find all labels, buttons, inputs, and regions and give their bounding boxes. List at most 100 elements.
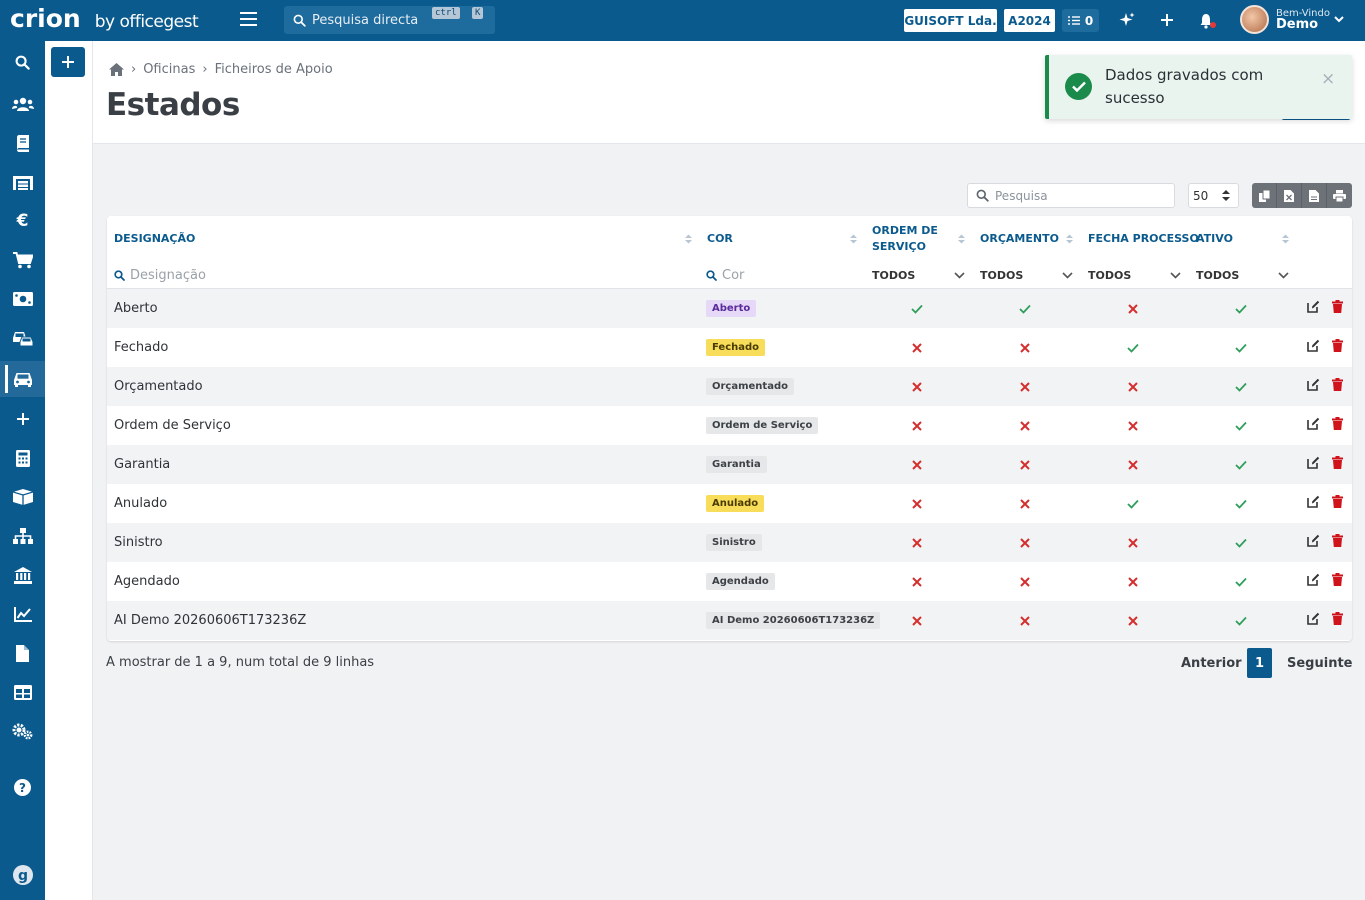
table-row[interactable]: Agendado Agendado — [107, 562, 1352, 601]
sidebar-users-icon[interactable] — [0, 86, 45, 122]
search-icon — [114, 269, 125, 281]
sort-icon[interactable] — [957, 233, 966, 245]
cross-icon — [1123, 445, 1143, 484]
notifications-bell-icon[interactable] — [1198, 11, 1216, 29]
global-search-input[interactable]: Pesquisa directa — [284, 6, 495, 34]
delete-trash-icon[interactable] — [1332, 612, 1343, 629]
delete-trash-icon[interactable] — [1332, 300, 1343, 317]
menu-toggle-icon[interactable] — [240, 12, 257, 28]
year-selector[interactable]: A2024 — [1004, 9, 1055, 32]
sidebar-book-icon[interactable] — [0, 125, 45, 161]
sidebar-cart-icon[interactable] — [0, 242, 45, 278]
edit-icon[interactable] — [1307, 573, 1320, 590]
ordem-servico-filter-select[interactable]: TODOS — [872, 265, 965, 285]
cross-icon — [1015, 445, 1035, 484]
company-selector[interactable]: GUISOFT Lda. — [904, 9, 997, 32]
search-icon — [706, 269, 717, 281]
table-row[interactable]: Ordem de Serviço Ordem de Serviço — [107, 406, 1352, 445]
sidebar-plus-icon[interactable] — [0, 401, 45, 437]
sidebar-calculator-icon[interactable] — [0, 440, 45, 476]
delete-trash-icon[interactable] — [1332, 456, 1343, 473]
ativo-filter-select[interactable]: TODOS — [1196, 265, 1289, 285]
task-list-icon — [1067, 16, 1080, 25]
table-row[interactable]: Aberto Aberto — [107, 289, 1352, 328]
page-size-select[interactable]: 50 — [1188, 183, 1239, 208]
tasks-counter[interactable]: 0 — [1062, 9, 1099, 32]
sidebar-car-icon[interactable] — [0, 361, 45, 397]
cross-icon — [907, 601, 927, 640]
breadcrumb-item-ficheiros[interactable]: Ficheiros de Apoio — [215, 62, 333, 77]
delete-trash-icon[interactable] — [1332, 573, 1343, 590]
edit-icon[interactable] — [1307, 495, 1320, 512]
sidebar-search-icon[interactable] — [0, 44, 45, 80]
sort-icon[interactable] — [1065, 233, 1074, 245]
sidebar-money-icon[interactable] — [0, 281, 45, 317]
excel-button[interactable] — [1277, 183, 1302, 208]
chevron-down-icon[interactable] — [1334, 14, 1344, 24]
edit-icon[interactable] — [1307, 339, 1320, 356]
table-row[interactable]: Anulado Anulado — [107, 484, 1352, 523]
close-icon[interactable]: × — [1321, 69, 1335, 89]
sort-icon[interactable] — [684, 233, 693, 245]
add-icon[interactable] — [1158, 11, 1176, 29]
sidebar-brand-icon[interactable]: g — [0, 857, 45, 893]
column-header-fecha-processo[interactable]: FECHA PROCESSO — [1088, 216, 1199, 262]
sort-icon[interactable] — [849, 233, 858, 245]
column-header-designacao[interactable]: DESIGNAÇÃO — [114, 216, 195, 262]
sidebar-bank-icon[interactable] — [0, 557, 45, 593]
user-avatar[interactable] — [1240, 5, 1269, 34]
edit-icon[interactable] — [1307, 417, 1320, 434]
home-icon[interactable] — [109, 63, 124, 76]
filter-value: TODOS — [980, 268, 1024, 282]
breadcrumb-item-oficinas[interactable]: Oficinas — [143, 62, 195, 77]
sidebar-file-icon[interactable] — [0, 635, 45, 671]
orcamento-filter-select[interactable]: TODOS — [980, 265, 1073, 285]
edit-icon[interactable] — [1307, 378, 1320, 395]
ai-sparkle-icon[interactable] — [1118, 11, 1136, 29]
designacao-filter-input[interactable]: Designação — [114, 265, 206, 285]
edit-icon[interactable] — [1307, 612, 1320, 629]
top-bar: crion by officegest Pesquisa directa ctr… — [0, 0, 1365, 41]
edit-icon[interactable] — [1307, 300, 1320, 317]
next-page-button[interactable]: Seguinte — [1287, 649, 1352, 678]
print-button[interactable] — [1327, 183, 1352, 208]
sort-icon[interactable] — [1281, 233, 1290, 245]
delete-trash-icon[interactable] — [1332, 378, 1343, 395]
delete-trash-icon[interactable] — [1332, 417, 1343, 434]
cor-filter-input[interactable]: Cor — [706, 265, 744, 285]
new-record-button[interactable] — [51, 47, 85, 77]
previous-page-button[interactable]: Anterior — [1181, 649, 1242, 678]
copy-button[interactable] — [1252, 183, 1277, 208]
sidebar-chart-icon[interactable] — [0, 596, 45, 632]
sidebar-help-icon[interactable]: ? — [0, 769, 45, 805]
column-header-cor[interactable]: COR — [707, 216, 733, 262]
edit-icon[interactable] — [1307, 534, 1320, 551]
sidebar-boxes-icon[interactable] — [0, 479, 45, 515]
brand-logo[interactable]: crion by officegest — [10, 4, 199, 33]
edit-icon[interactable] — [1307, 456, 1320, 473]
sidebar-euro-icon[interactable]: € — [0, 203, 45, 239]
sidebar-cars-icon[interactable] — [0, 320, 45, 356]
sidebar-table-icon[interactable] — [0, 674, 45, 710]
fecha-processo-filter-select[interactable]: TODOS — [1088, 265, 1181, 285]
page-1-button[interactable]: 1 — [1247, 648, 1272, 678]
sidebar-warehouse-icon[interactable] — [0, 164, 45, 200]
table-row[interactable]: Orçamentado Orçamentado — [107, 367, 1352, 406]
column-header-ativo[interactable]: ATIVO — [1196, 216, 1233, 262]
column-header-ordem-servico[interactable]: ORDEM DE SERVIÇO — [872, 216, 952, 262]
user-menu[interactable]: Bem-Vindo Demo — [1276, 8, 1330, 31]
column-header-orcamento[interactable]: ORÇAMENTO — [980, 216, 1059, 262]
table-search-input[interactable]: Pesquisa — [967, 183, 1175, 208]
sidebar-settings-icon[interactable] — [0, 713, 45, 749]
table-row[interactable]: Fechado Fechado — [107, 328, 1352, 367]
check-icon — [1231, 328, 1251, 367]
delete-trash-icon[interactable] — [1332, 495, 1343, 512]
delete-trash-icon[interactable] — [1332, 534, 1343, 551]
table-row[interactable]: Garantia Garantia — [107, 445, 1352, 484]
table-row[interactable]: AI Demo 20260606T173236Z AI Demo 20260606… — [107, 601, 1352, 640]
delete-trash-icon[interactable] — [1332, 339, 1343, 356]
cross-icon — [1123, 562, 1143, 601]
sidebar-hierarchy-icon[interactable] — [0, 518, 45, 554]
csv-button[interactable] — [1302, 183, 1327, 208]
table-row[interactable]: Sinistro Sinistro — [107, 523, 1352, 562]
